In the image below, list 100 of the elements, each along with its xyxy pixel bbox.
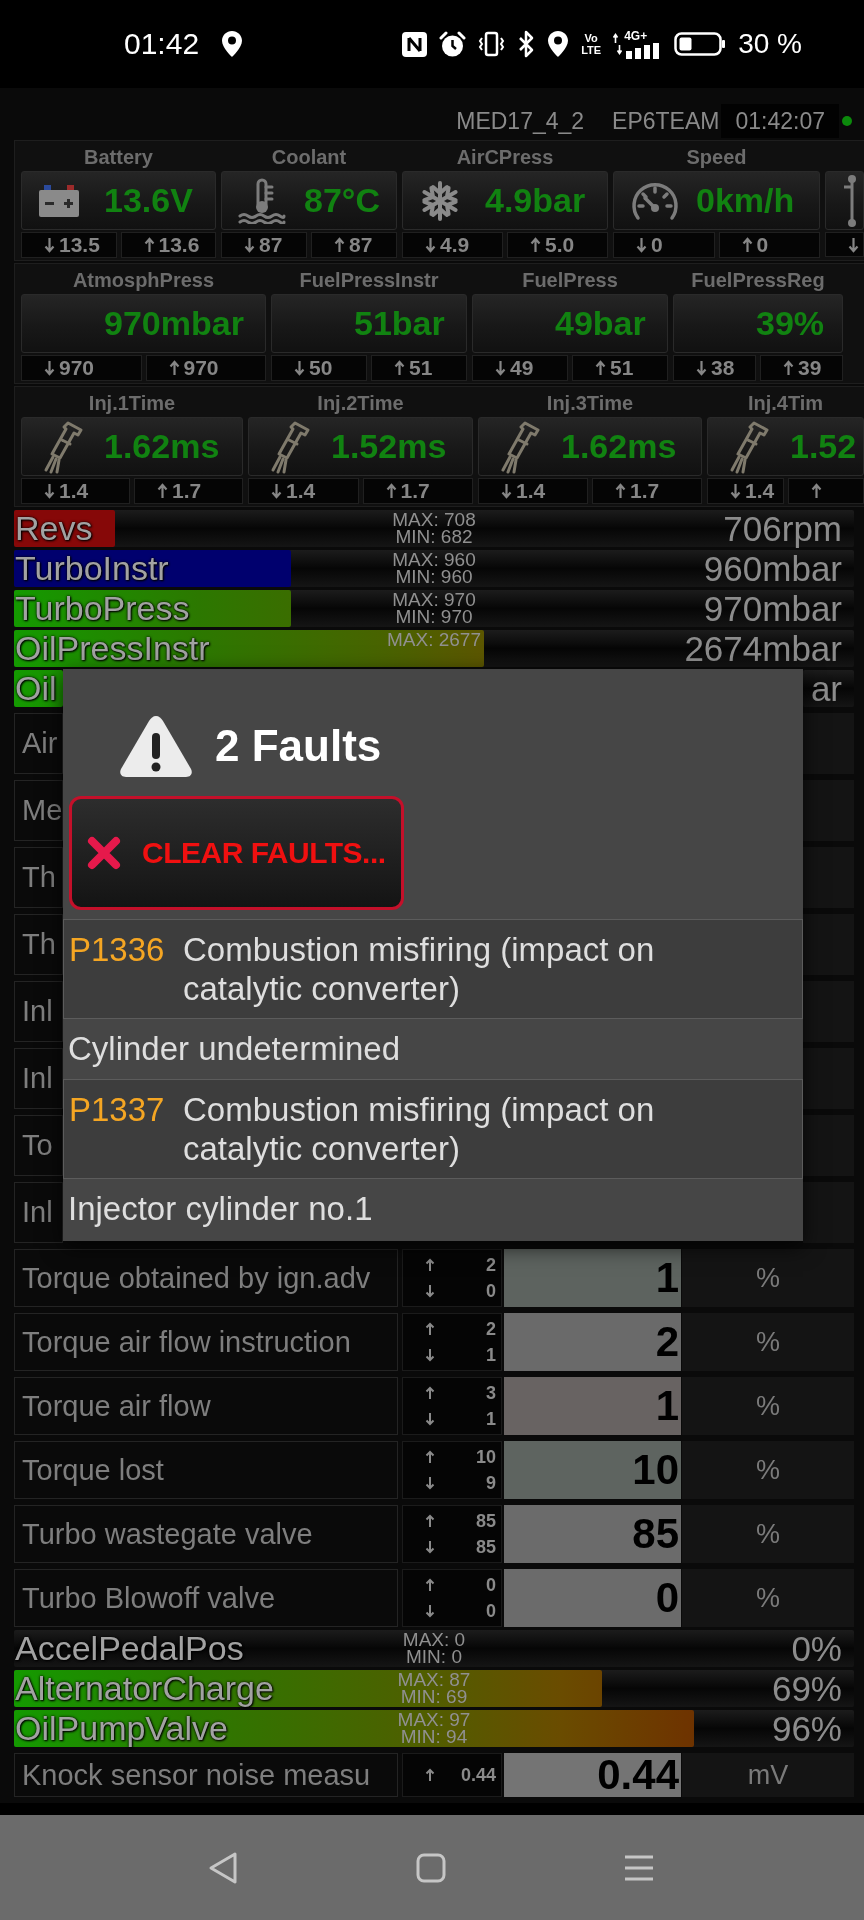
min-label: MIN: 682 [395,528,473,545]
bar-value: 96% [771,1711,843,1746]
min-label: MIN: 94 [400,1728,468,1745]
arrow-down-icon [425,1540,435,1554]
bar-value: ar [810,671,843,706]
parameter-unit: % [682,1569,854,1627]
thermometer-icon [238,177,286,224]
gauge-label: AirCPress [456,145,554,169]
min-label: MIN: 69 [400,1688,468,1705]
gauge-value: 4.9bar [485,181,586,220]
gauge-value: 1.62ms [104,427,220,466]
gauge-value: 1.52ms [331,427,447,466]
parameter-value: 1 [504,1377,681,1435]
arrow-up-icon [143,237,155,253]
bar-label: OilPumpValve [14,1711,228,1746]
max-value: 2 [486,1318,496,1340]
min-value: 1.4 [516,479,546,503]
gauge-label: Inj.3Time [546,391,634,415]
arrow-up-icon [425,1386,435,1400]
parameter-name: Torque obtained by ign.adv [14,1249,398,1307]
gauge-value: 39% [756,304,825,343]
max-value: 1.7 [172,479,202,503]
bar-value: 970mbar [703,591,843,626]
max-value: 2 [486,1254,496,1276]
arrow-up-icon [425,1514,435,1528]
parameter-name: Turbo wastegate valve [14,1505,398,1563]
max-value: 3 [486,1382,496,1404]
max-label: MAX: 2677 [387,631,481,648]
bar-value: 2674mbar [684,631,843,666]
parameter-name: Turbo Blowoff valve [14,1569,398,1627]
parameter-name: Torque air flow [14,1377,398,1435]
table-cell [803,780,854,841]
bar-value: 706rpm [723,511,843,546]
gauge-value: 51bar [354,304,445,343]
clock-label: 01:42:07 [721,104,839,138]
min-value: 85 [475,1536,496,1558]
arrow-up-icon [334,237,345,253]
arrow-up-icon [425,1322,435,1336]
bar-label: TurboPress [14,591,190,626]
gauge-value: 1.62ms [561,427,677,466]
min-value: 50 [309,356,333,380]
parameter-value: 0 [504,1569,681,1627]
parameter-unit: mV [682,1753,854,1797]
parameter-name: Inl [14,981,63,1042]
max-value: 13.6 [158,233,200,257]
parameter-unit: % [682,1249,854,1307]
max-label: MAX: 0 [402,1631,466,1648]
parameter-name: Th [14,847,63,908]
max-value: 0.44 [460,1764,496,1786]
max-value: 970 [183,356,219,380]
network-label: LTE [581,44,602,56]
bar-label: OilPressInstr [14,631,210,666]
parameter-name: Me [14,780,63,841]
arrow-down-icon [44,237,55,253]
bar-value: 0% [791,1631,843,1666]
max-value: 5.0 [545,233,575,257]
gauge-label: AtmosphPress [72,268,215,292]
arrow-down-icon [425,1348,435,1362]
parameter-name: Air [14,713,63,774]
vibrate-icon [478,31,506,57]
max-value: 51 [610,356,634,380]
gauge-label: Inj.4Tim [747,391,824,415]
min-value: 1 [486,1344,496,1366]
bar-value: 69% [771,1671,843,1706]
min-label: MIN: 960 [395,568,473,585]
fault-code: P1337 [69,1090,166,1129]
arrow-down-icon [425,1476,435,1490]
arrow-down-icon [425,1412,435,1426]
max-value: 0 [756,233,769,257]
arrow-up-icon [425,1258,435,1272]
min-value: 49 [510,356,534,380]
arrow-down-icon [425,1284,435,1298]
gauge-value: 1.52 [790,427,857,466]
parameter-value: 10 [504,1441,681,1499]
parameter-name: Torque air flow instruction [14,1313,398,1371]
arrow-down-icon [848,236,859,253]
min-value: 1 [486,1408,496,1430]
parameter-name: Inl [14,1048,63,1109]
table-cell [803,713,854,774]
gauge-label: Inj.1Time [88,391,176,415]
network-type-label: 4G+ [624,29,648,42]
arrow-down-icon [696,360,707,376]
parameter-value: 85 [504,1505,681,1563]
cross-icon [86,835,122,871]
gauge-label: FuelPressReg [691,268,825,292]
min-value: 4.9 [440,233,470,257]
max-label: MAX: 97 [397,1711,471,1728]
fault-detail: Cylinder undetermined [68,1030,400,1067]
min-value: 1.4 [286,479,316,503]
gauge-label: Inj.2Time [317,391,404,415]
max-label: MAX: 960 [392,551,476,568]
table-cell [803,1115,854,1176]
location-icon [547,30,570,58]
max-value: 1.7 [400,479,430,503]
parameter-unit: % [682,1377,854,1435]
arrow-up-icon [157,483,168,499]
clear-faults-button[interactable]: CLEAR FAULTS... [69,796,404,910]
bar-label: Revs [14,511,93,546]
parameter-name: Th [14,914,63,975]
arrow-down-icon [44,483,55,499]
